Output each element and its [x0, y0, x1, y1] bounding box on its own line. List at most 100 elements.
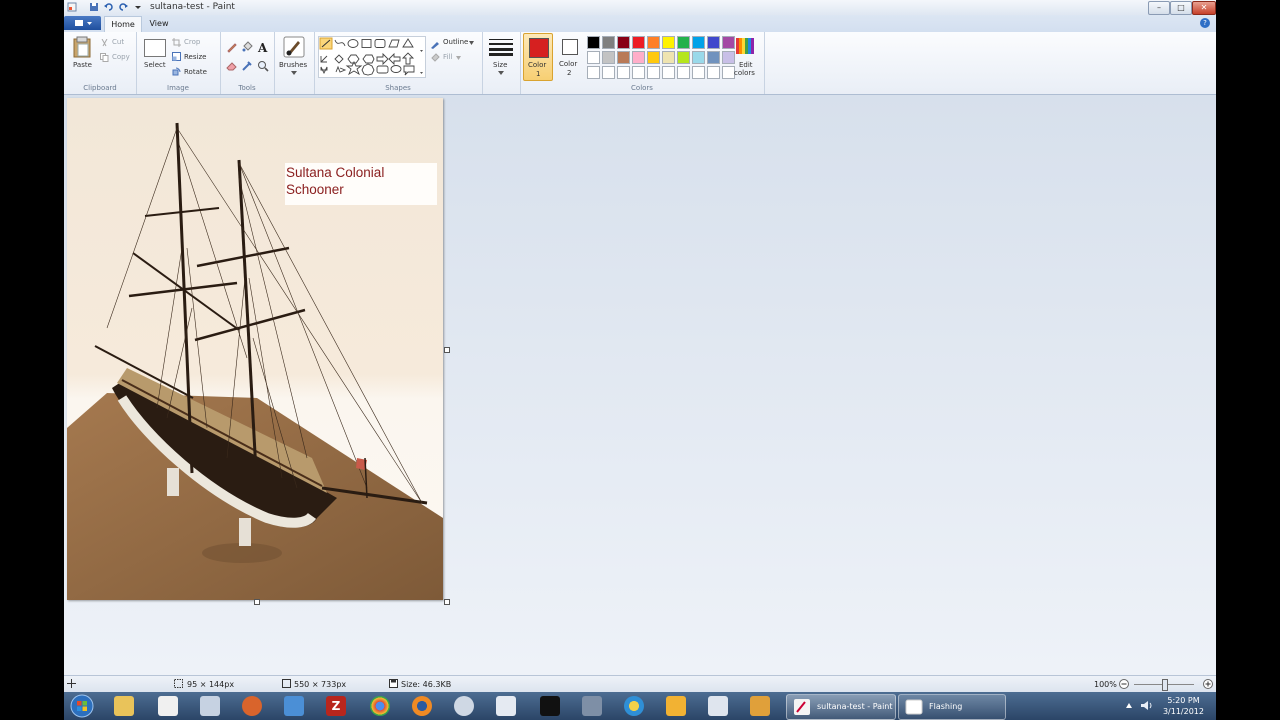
palette-swatch[interactable]: [692, 66, 705, 79]
brushes-button[interactable]: Brushes: [279, 61, 307, 69]
text-tool-icon[interactable]: A: [257, 41, 269, 53]
paint-app-icon[interactable]: [67, 2, 77, 12]
edit-colors-label-2[interactable]: colors: [734, 69, 755, 77]
palette-swatch[interactable]: [602, 66, 615, 79]
palette-swatch[interactable]: [662, 36, 675, 49]
minimize-button[interactable]: –: [1148, 1, 1170, 15]
app-icon-3[interactable]: [454, 696, 474, 716]
notepad-icon[interactable]: [158, 696, 178, 716]
palette-swatch[interactable]: [707, 36, 720, 49]
drawing-canvas[interactable]: Sultana Colonial Schooner: [67, 98, 443, 600]
palette-swatch[interactable]: [722, 51, 735, 64]
palette-swatch[interactable]: [617, 51, 630, 64]
pencil-icon[interactable]: [226, 41, 238, 53]
color2-selector[interactable]: Color 2: [555, 33, 583, 79]
eraser-icon[interactable]: [226, 60, 238, 72]
magnifier-icon[interactable]: [257, 60, 269, 72]
palette-swatch[interactable]: [617, 36, 630, 49]
palette-swatch[interactable]: [602, 51, 615, 64]
resize-handle-corner[interactable]: [444, 599, 450, 605]
file-menu-button[interactable]: [64, 16, 101, 30]
copy-button[interactable]: Copy: [112, 53, 130, 61]
zoom-in-icon[interactable]: [1203, 679, 1213, 689]
app-icon-8[interactable]: [666, 696, 686, 716]
rotate-button[interactable]: Rotate: [184, 68, 207, 76]
select-icon[interactable]: [144, 39, 166, 57]
canvas-area[interactable]: Sultana Colonial Schooner: [64, 95, 1216, 675]
resize-handle-bottom[interactable]: [254, 599, 260, 605]
palette-swatch[interactable]: [587, 51, 600, 64]
palette-swatch[interactable]: [647, 36, 660, 49]
app-icon-2[interactable]: [284, 696, 304, 716]
palette-swatch[interactable]: [662, 51, 675, 64]
shapes-gallery-icon[interactable]: [318, 36, 426, 78]
palette-swatch[interactable]: [647, 66, 660, 79]
palette-swatch[interactable]: [602, 36, 615, 49]
color1-selector[interactable]: Color 1: [523, 33, 553, 81]
tab-home[interactable]: Home: [104, 16, 142, 32]
system-clock[interactable]: 5:20 PM 3/11/2012: [1163, 695, 1204, 717]
palette-swatch[interactable]: [632, 36, 645, 49]
paste-icon[interactable]: [73, 36, 91, 58]
app-icon-9[interactable]: [708, 696, 728, 716]
app-icon-4[interactable]: [496, 696, 516, 716]
brushes-dropdown-icon[interactable]: [291, 71, 297, 75]
fill-bucket-icon[interactable]: [241, 41, 253, 53]
palette-swatch[interactable]: [692, 36, 705, 49]
palette-swatch[interactable]: [587, 36, 600, 49]
size-icon[interactable]: [489, 38, 513, 56]
fill-button[interactable]: Fill: [443, 53, 452, 61]
firefox-icon[interactable]: [412, 696, 432, 716]
palette-swatch[interactable]: [632, 66, 645, 79]
maximize-button[interactable]: □: [1170, 1, 1192, 15]
palette-swatch[interactable]: [692, 51, 705, 64]
crop-button[interactable]: Crop: [184, 38, 200, 46]
paste-button[interactable]: Paste: [73, 61, 92, 69]
palette-swatch[interactable]: [677, 36, 690, 49]
outline-button[interactable]: Outline: [443, 38, 468, 46]
start-button-icon[interactable]: [70, 694, 94, 718]
zoom-slider-thumb[interactable]: [1162, 679, 1168, 691]
app-icon-6[interactable]: [582, 696, 602, 716]
taskbar-flashing-window[interactable]: Flashing: [898, 694, 1006, 720]
palette-swatch[interactable]: [707, 51, 720, 64]
palette-swatch[interactable]: [632, 51, 645, 64]
close-button[interactable]: ✕: [1192, 1, 1216, 15]
taskbar-paint-window[interactable]: sultana-test - Paint: [786, 694, 896, 720]
palette-swatch[interactable]: [662, 66, 675, 79]
volume-icon[interactable]: [1140, 700, 1152, 711]
explorer-icon[interactable]: [114, 696, 134, 716]
app-icon-1[interactable]: [242, 696, 262, 716]
palette-swatch[interactable]: [647, 51, 660, 64]
palette-swatch[interactable]: [617, 66, 630, 79]
filezilla-icon[interactable]: Z: [326, 696, 346, 716]
cut-button[interactable]: Cut: [112, 38, 124, 46]
color-picker-icon[interactable]: [241, 60, 253, 72]
undo-icon[interactable]: [104, 2, 114, 12]
show-hidden-icons-icon[interactable]: [1126, 703, 1132, 708]
app-icon-10[interactable]: [750, 696, 770, 716]
calculator-icon[interactable]: [200, 696, 220, 716]
redo-icon[interactable]: [118, 2, 128, 12]
resize-button[interactable]: Resize: [184, 53, 206, 61]
palette-swatch[interactable]: [707, 66, 720, 79]
palette-swatch[interactable]: [587, 66, 600, 79]
resize-handle-right[interactable]: [444, 347, 450, 353]
palette-swatch[interactable]: [677, 66, 690, 79]
size-dropdown-icon[interactable]: [498, 71, 504, 75]
save-icon[interactable]: [89, 2, 99, 12]
customize-toolbar-icon[interactable]: [133, 2, 143, 12]
palette-swatch[interactable]: [677, 51, 690, 64]
tab-view[interactable]: View: [144, 16, 174, 31]
edit-colors-icon[interactable]: [735, 36, 755, 56]
outline-dropdown-icon[interactable]: [469, 41, 474, 45]
brushes-icon[interactable]: [283, 36, 305, 58]
fill-dropdown-icon[interactable]: [456, 56, 461, 60]
zoom-out-icon[interactable]: [1119, 679, 1129, 689]
help-icon[interactable]: ?: [1200, 18, 1210, 28]
size-button[interactable]: Size: [493, 61, 507, 69]
app-icon-7[interactable]: [624, 696, 644, 716]
edit-colors-label[interactable]: Edit: [739, 61, 753, 69]
palette-swatch[interactable]: [722, 36, 735, 49]
chrome-icon[interactable]: [370, 696, 390, 716]
